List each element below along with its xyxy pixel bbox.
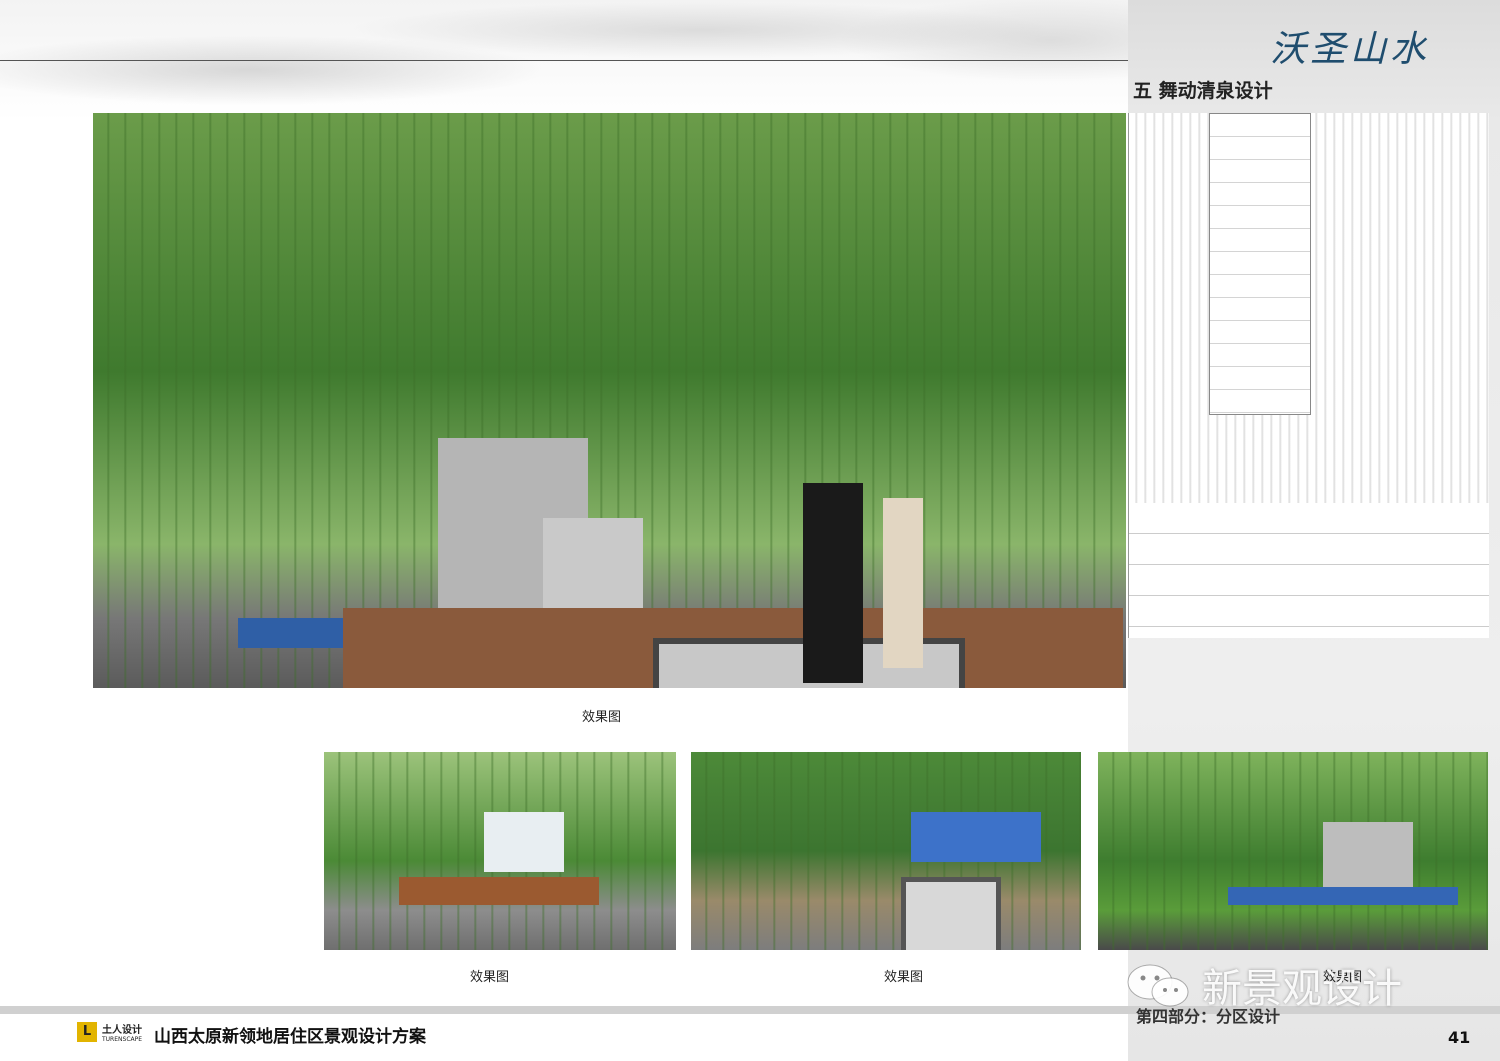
water-channel [1228, 887, 1458, 905]
building-outline [1209, 113, 1311, 415]
section-title: 五 舞动清泉设计 [1133, 80, 1273, 102]
person-figure [803, 483, 863, 683]
bamboo-texture [1098, 752, 1488, 950]
header-divider [0, 60, 1128, 61]
logo-english-name: TURENSCAPE [102, 1036, 143, 1043]
plaza-outline [1129, 503, 1489, 638]
person-figure [883, 498, 923, 668]
line-sketch-image [1128, 113, 1489, 638]
calligraphy-logo: 沃圣山水 [1270, 29, 1431, 70]
wooden-deck [399, 877, 599, 905]
rendering-thumbnail-3 [1098, 752, 1488, 950]
project-title: 山西太原新领地居住区景观设计方案 [154, 1027, 426, 1047]
rendering-thumbnail-1 [324, 752, 676, 950]
wechat-icon [1127, 964, 1189, 1007]
turenscape-logo-icon: L [77, 1022, 97, 1042]
waterfall [484, 812, 564, 872]
watermark-text: 新景观设计 [1202, 966, 1402, 1012]
thumb2-caption: 效果图 [884, 970, 924, 985]
main-caption: 效果图 [582, 710, 622, 725]
page-number: 41 [1448, 1028, 1471, 1047]
stone-wall [1323, 822, 1413, 892]
main-rendering-image [93, 113, 1126, 688]
rendering-thumbnail-2 [691, 752, 1081, 950]
thumb1-caption: 效果图 [470, 970, 510, 985]
logo-chinese-name: 土人设计 [102, 1025, 142, 1036]
water-pool [911, 812, 1041, 862]
paving-square [901, 877, 1001, 950]
